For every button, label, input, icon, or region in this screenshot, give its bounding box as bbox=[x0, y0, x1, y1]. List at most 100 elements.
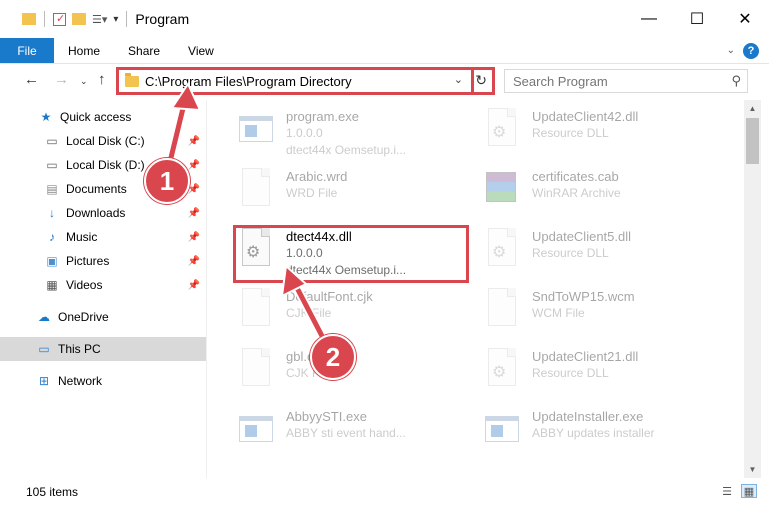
file-item[interactable]: UpdateInstaller.exe ABBY updates install… bbox=[474, 402, 724, 462]
address-dropdown-icon[interactable]: ⌄ bbox=[454, 73, 463, 86]
file-item[interactable]: program.exe 1.0.0.0 dtect44x Oemsetup.i.… bbox=[228, 102, 478, 162]
file-detail: Resource DLL bbox=[532, 366, 609, 380]
new-folder-icon[interactable] bbox=[72, 13, 86, 25]
cloud-icon: ☁ bbox=[38, 310, 50, 324]
sidebar-item-downloads[interactable]: ↓ Downloads 📌 bbox=[0, 201, 206, 225]
file-detail: CJK File bbox=[286, 306, 332, 320]
dll-icon: ⚙ bbox=[484, 228, 520, 272]
file-detail: Resource DLL bbox=[532, 126, 609, 140]
file-item[interactable]: SndToWP15.wcm WCM File bbox=[474, 282, 724, 342]
title-bar: ✓ ☰▾ ▾ Program — ☐ ✕ bbox=[0, 0, 769, 38]
sidebar-item-label: Quick access bbox=[60, 110, 132, 124]
drive-icon: ▭ bbox=[46, 158, 58, 172]
pin-icon: 📌 bbox=[187, 135, 200, 147]
forward-icon[interactable]: → bbox=[54, 71, 69, 88]
sidebar-item-videos[interactable]: ▦ Videos 📌 bbox=[0, 273, 206, 297]
tab-home[interactable]: Home bbox=[54, 38, 114, 63]
address-bar[interactable]: C:\Program Files\Program Directory ⌄ ↻ bbox=[116, 69, 494, 93]
window-controls: — ☐ ✕ bbox=[625, 0, 769, 38]
search-input[interactable] bbox=[505, 73, 715, 89]
sidebar-item-quick-access[interactable]: ★ Quick access bbox=[0, 105, 206, 129]
sidebar-item-this-pc[interactable]: ▭ This PC bbox=[0, 337, 206, 361]
tab-file[interactable]: File bbox=[0, 38, 54, 63]
pin-icon: 📌 bbox=[187, 159, 200, 171]
blank-file-icon bbox=[484, 288, 520, 332]
sidebar-item-label: Local Disk (C:) bbox=[66, 134, 145, 148]
customize-toolbar-icon[interactable]: ▾ bbox=[113, 14, 118, 25]
pin-icon: 📌 bbox=[187, 279, 200, 291]
sidebar-item-local-disk-c[interactable]: ▭ Local Disk (C:) 📌 bbox=[0, 129, 206, 153]
file-item-dtect44x-dll[interactable]: ⚙ dtect44x.dll 1.0.0.0 dtect44x Oemsetup… bbox=[228, 222, 478, 282]
details-view-icon[interactable]: ☰ bbox=[719, 484, 735, 498]
close-button[interactable]: ✕ bbox=[721, 0, 769, 38]
drive-icon: ▭ bbox=[46, 134, 58, 148]
vertical-scrollbar[interactable]: ▲ ▼ bbox=[744, 100, 761, 478]
recent-locations-icon[interactable]: ⌄ bbox=[80, 76, 88, 87]
back-icon[interactable]: ← bbox=[24, 71, 39, 88]
file-item[interactable]: ⚙ UpdateClient5.dll Resource DLL bbox=[474, 222, 724, 282]
sidebar-item-label: Local Disk (D:) bbox=[66, 158, 145, 172]
up-icon[interactable]: ↑ bbox=[98, 71, 106, 88]
file-item[interactable]: Arabic.wrd WRD File bbox=[228, 162, 478, 222]
file-name: UpdateInstaller.exe bbox=[532, 409, 644, 424]
scroll-thumb[interactable] bbox=[746, 118, 759, 164]
file-item[interactable]: AbbyySTI.exe ABBY sti event hand... bbox=[228, 402, 478, 462]
refresh-icon[interactable]: ↻ bbox=[475, 72, 487, 89]
maximize-button[interactable]: ☐ bbox=[673, 0, 721, 38]
sidebar-item-label: This PC bbox=[58, 342, 101, 356]
pane-divider bbox=[206, 100, 207, 478]
search-box[interactable]: ⚲ bbox=[504, 69, 748, 93]
sidebar-item-network[interactable]: ⊞ Network bbox=[0, 369, 206, 393]
file-item[interactable]: ⚙ UpdateClient21.dll Resource DLL bbox=[474, 342, 724, 402]
folder-icon bbox=[22, 13, 36, 25]
pictures-icon: ▣ bbox=[46, 254, 58, 268]
file-detail: WCM File bbox=[532, 306, 585, 320]
help-icon[interactable]: ? bbox=[743, 42, 759, 59]
sidebar-item-label: Pictures bbox=[66, 254, 110, 268]
file-detail: WinRAR Archive bbox=[532, 186, 621, 200]
file-detail: dtect44x Oemsetup.i... bbox=[286, 143, 407, 157]
file-list: program.exe 1.0.0.0 dtect44x Oemsetup.i.… bbox=[214, 100, 742, 478]
file-name: SndToWP15.wcm bbox=[532, 289, 635, 304]
minimize-button[interactable]: — bbox=[625, 0, 673, 38]
pin-icon: 📌 bbox=[187, 207, 200, 219]
file-detail: 1.0.0.0 bbox=[286, 246, 323, 260]
sidebar-item-pictures[interactable]: ▣ Pictures 📌 bbox=[0, 249, 206, 273]
computer-icon: ▭ bbox=[38, 342, 50, 356]
documents-icon: ▤ bbox=[46, 182, 58, 196]
navigation-pane: ★ Quick access ▭ Local Disk (C:) 📌 ▭ Loc… bbox=[0, 100, 210, 478]
scroll-up-icon[interactable]: ▲ bbox=[744, 100, 761, 117]
sidebar-item-label: Network bbox=[58, 374, 103, 388]
address-path[interactable]: C:\Program Files\Program Directory bbox=[145, 74, 352, 89]
exe-icon bbox=[238, 108, 274, 152]
dll-icon: ⚙ bbox=[238, 228, 274, 272]
properties-icon[interactable]: ✓ bbox=[53, 12, 66, 26]
file-item[interactable]: ⚙ UpdateClient42.dll Resource DLL bbox=[474, 102, 724, 162]
music-icon: ♪ bbox=[49, 230, 55, 244]
pin-icon: 📌 bbox=[187, 255, 200, 267]
separator bbox=[126, 11, 128, 27]
scroll-down-icon[interactable]: ▼ bbox=[744, 461, 761, 478]
file-item[interactable]: DefaultFont.cjk CJK File bbox=[228, 282, 478, 342]
folder-icon bbox=[125, 72, 139, 87]
sidebar-item-label: Documents bbox=[66, 182, 127, 196]
sidebar-item-label: Videos bbox=[66, 278, 103, 292]
tab-view[interactable]: View bbox=[174, 38, 228, 63]
tab-share[interactable]: Share bbox=[114, 38, 174, 63]
file-detail: Resource DLL bbox=[532, 246, 609, 260]
view-options-icon[interactable]: ☰▾ bbox=[92, 13, 107, 26]
file-detail: 1.0.0.0 bbox=[286, 126, 323, 140]
view-switcher: ☰ ▦ bbox=[719, 484, 757, 498]
tiles-view-icon[interactable]: ▦ bbox=[741, 484, 757, 498]
file-name: certificates.cab bbox=[532, 169, 619, 184]
expand-ribbon-icon[interactable]: ⌄ bbox=[727, 45, 735, 56]
file-name: UpdateClient21.dll bbox=[532, 349, 639, 364]
sidebar-item-onedrive[interactable]: ☁ OneDrive bbox=[0, 305, 206, 329]
step-1-badge: 1 bbox=[144, 158, 190, 204]
search-icon[interactable]: ⚲ bbox=[731, 73, 741, 89]
file-name: AbbyySTI.exe bbox=[286, 409, 367, 424]
sidebar-item-music[interactable]: ♪ Music 📌 bbox=[0, 225, 206, 249]
file-item[interactable]: certificates.cab WinRAR Archive bbox=[474, 162, 724, 222]
blank-file-icon bbox=[238, 288, 274, 332]
navigation-bar: ← → ⌄ ↑ C:\Program Files\Program Directo… bbox=[0, 65, 769, 97]
